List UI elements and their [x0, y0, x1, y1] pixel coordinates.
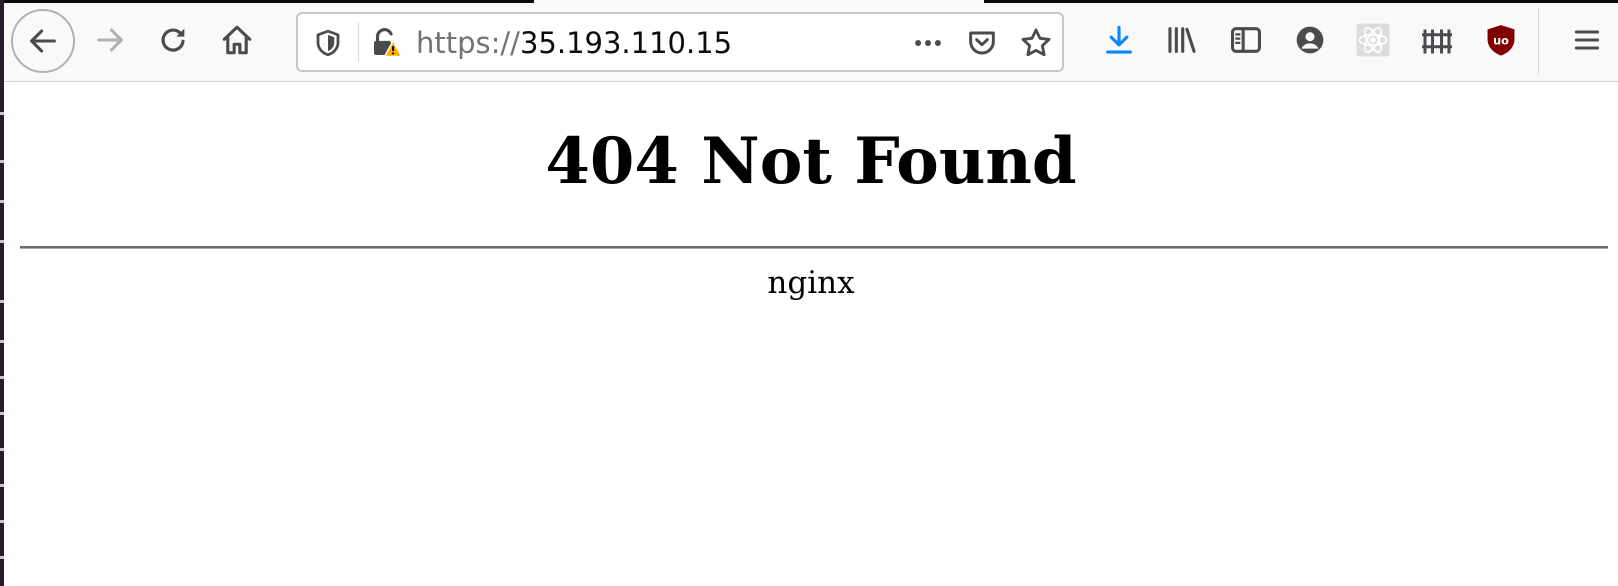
insecure-lock-warning-icon[interactable]: [368, 25, 404, 61]
home-button[interactable]: [209, 12, 265, 68]
back-arrow-icon: [26, 24, 60, 58]
browser-toolbar: https://35.193.110.15 uo: [4, 0, 1618, 82]
library-icon: [1165, 23, 1199, 57]
page-actions-ellipsis-icon[interactable]: [910, 25, 946, 61]
library-button[interactable]: [1154, 12, 1210, 68]
downloads-arrow-icon: [1102, 23, 1136, 57]
url-host: 35.193.110.15: [519, 26, 733, 60]
url-bar[interactable]: https://35.193.110.15: [296, 12, 1064, 72]
forward-arrow-icon: [93, 23, 127, 57]
error-heading: 404 Not Found: [545, 124, 1077, 199]
ublock-origin-button[interactable]: uo: [1473, 12, 1529, 68]
sidebar-icon: [1229, 23, 1263, 57]
desktop-edge-strip: [0, 0, 4, 586]
account-icon: [1294, 24, 1326, 56]
downloads-button[interactable]: [1091, 12, 1147, 68]
back-button[interactable]: [11, 9, 75, 73]
react-devtools-icon: [1355, 22, 1391, 58]
account-button[interactable]: [1282, 12, 1338, 68]
url-scheme: https://: [416, 26, 520, 60]
toolbar-divider: [1538, 8, 1539, 74]
fence-extension-button[interactable]: [1409, 12, 1465, 68]
home-icon: [220, 23, 254, 57]
reload-button[interactable]: [145, 12, 201, 68]
url-bar-separator: [358, 22, 359, 62]
menu-button[interactable]: [1559, 12, 1615, 68]
sidebar-button[interactable]: [1218, 12, 1274, 68]
hamburger-menu-icon: [1571, 24, 1603, 56]
pocket-icon[interactable]: [964, 25, 1000, 61]
forward-button[interactable]: [82, 12, 138, 68]
ublock-origin-icon: uo: [1484, 23, 1518, 57]
tab-strip-edge: [4, 0, 1618, 3]
server-signature: nginx: [767, 265, 855, 301]
url-text[interactable]: https://35.193.110.15: [416, 25, 732, 61]
react-devtools-button[interactable]: [1345, 12, 1401, 68]
page-content: 404 Not Found nginx: [4, 82, 1618, 586]
tracking-protection-shield-icon[interactable]: [310, 25, 346, 61]
horizontal-rule: [20, 246, 1608, 249]
bookmark-star-icon[interactable]: [1018, 25, 1054, 61]
fence-extension-icon: [1419, 22, 1455, 58]
svg-text:uo: uo: [1493, 33, 1509, 47]
reload-icon: [157, 24, 189, 56]
